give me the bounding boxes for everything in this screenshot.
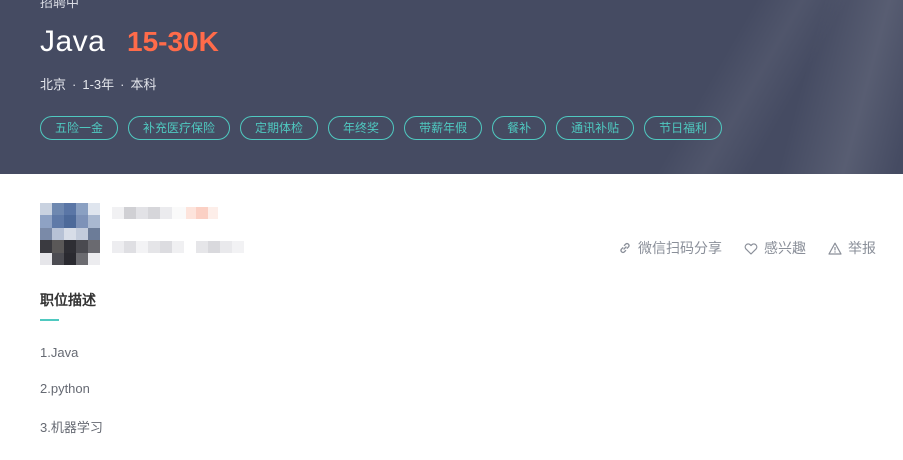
section-underline (40, 319, 59, 321)
benefit-tag: 定期体检 (240, 116, 319, 140)
benefit-tag: 五险一金 (40, 116, 119, 140)
section-title: 职位描述 (40, 292, 96, 308)
benefit-tag: 年终奖 (328, 116, 395, 140)
interested-button[interactable]: 感兴趣 (744, 238, 806, 258)
share-button[interactable]: 微信扫码分享 (618, 238, 722, 258)
interested-label: 感兴趣 (764, 240, 806, 256)
benefit-tag: 带薪年假 (404, 116, 483, 140)
benefit-tag: 通讯补贴 (556, 116, 635, 140)
share-label: 微信扫码分享 (638, 240, 722, 256)
job-location: 北京 (40, 77, 67, 92)
job-experience: 1-3年 (82, 77, 115, 92)
heart-icon (744, 242, 758, 255)
recruiter-avatar[interactable] (40, 203, 100, 265)
header-cut-text: 招聘中 (40, 0, 80, 10)
job-actions: 微信扫码分享 感兴趣 举报 (596, 238, 876, 258)
benefit-tag: 餐补 (492, 116, 547, 140)
report-button[interactable]: 举报 (828, 238, 876, 258)
job-title: Java (40, 25, 106, 58)
benefit-tags: 五险一金 补充医疗保险 定期体检 年终奖 带薪年假 餐补 通讯补贴 节日福利 (40, 116, 732, 140)
recruiter-name-redacted (112, 207, 218, 219)
description-item: 2.python (40, 381, 90, 396)
job-meta: 北京 · 1-3年 · 本科 (40, 77, 157, 92)
description-item: 1.Java (40, 345, 79, 360)
warning-icon (828, 242, 842, 255)
job-education: 本科 (130, 77, 157, 92)
recruiter-info-redacted (112, 241, 244, 253)
report-label: 举报 (848, 240, 876, 256)
benefit-tag: 补充医疗保险 (128, 116, 231, 140)
description-item: 3.机器学习 (40, 420, 103, 435)
benefit-tag: 节日福利 (644, 116, 723, 140)
link-icon (620, 242, 630, 254)
banner-decoration (623, 0, 863, 174)
salary-range: 15-30K (127, 26, 219, 57)
job-header-banner: 招聘中 Java 15-30K 北京 · 1-3年 · 本科 五险一金 补充医疗保险 定… (0, 0, 903, 174)
